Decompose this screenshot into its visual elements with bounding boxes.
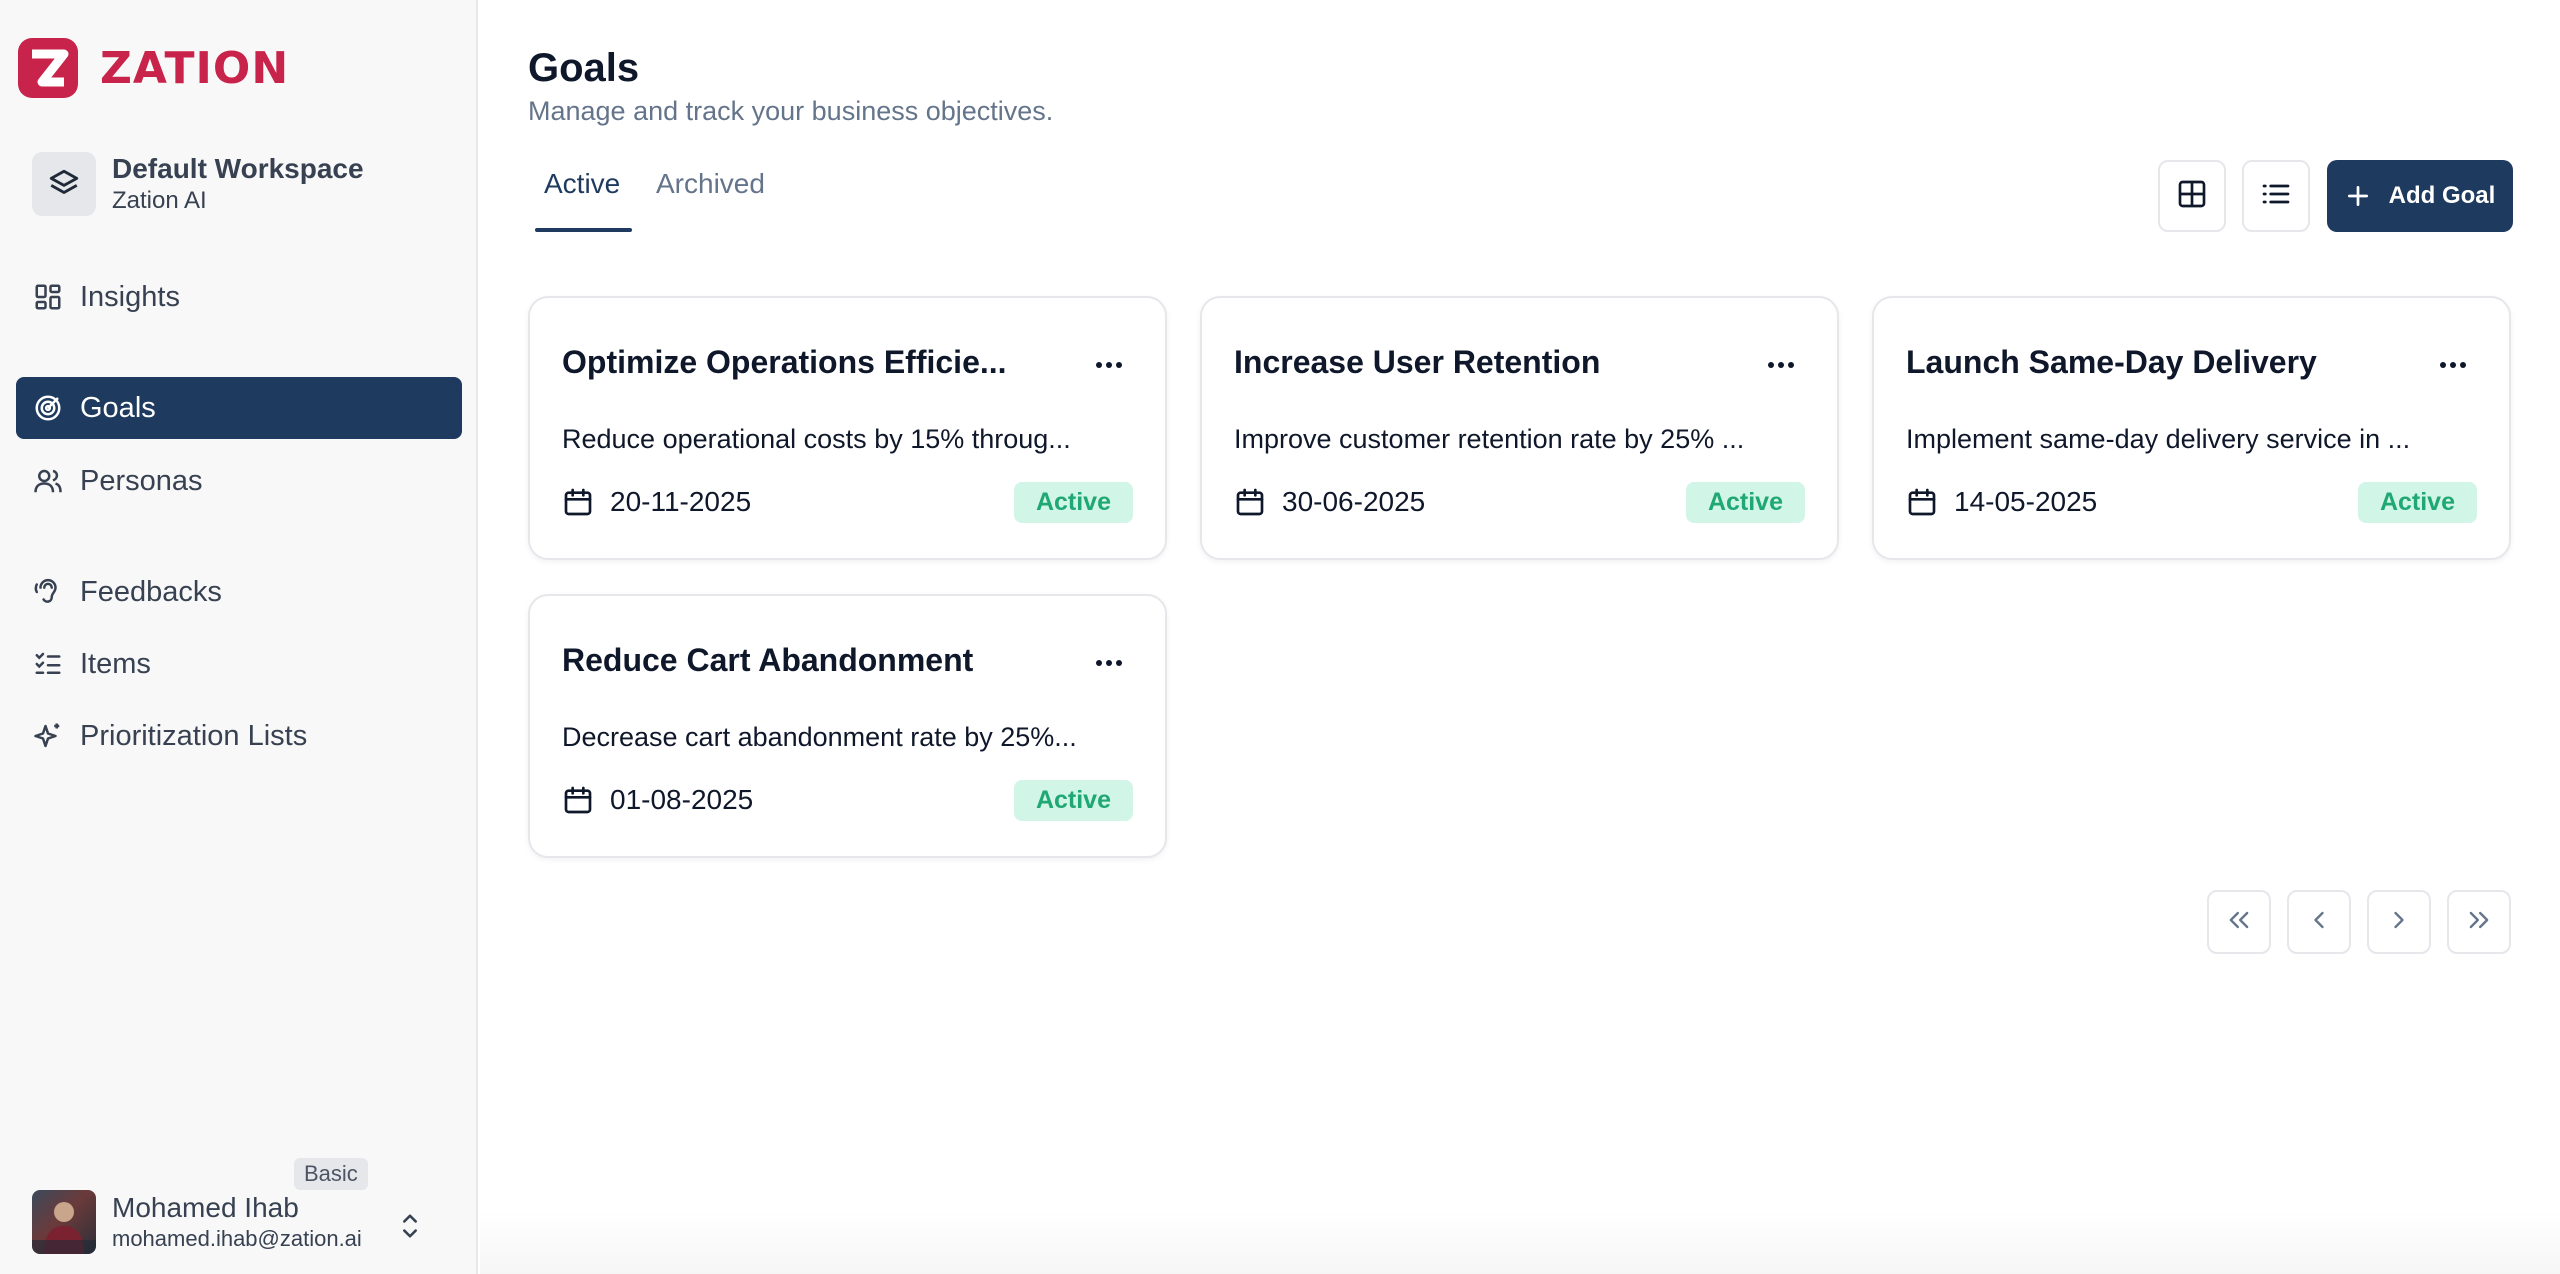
ear-icon bbox=[32, 576, 64, 608]
goal-description: Improve customer retention rate by 25% .… bbox=[1234, 424, 1745, 454]
avatar bbox=[32, 1190, 96, 1254]
goal-title: Launch Same-Day Delivery bbox=[1906, 344, 2317, 380]
goal-title: Optimize Operations Efficie... bbox=[562, 344, 1007, 380]
chevron-left-icon bbox=[2305, 906, 2333, 939]
layers-icon bbox=[32, 152, 96, 216]
chevron-right-icon bbox=[2385, 906, 2413, 939]
goal-description: Reduce operational costs by 15% throug..… bbox=[562, 424, 1071, 454]
goal-card[interactable]: Increase User Retention Improve customer… bbox=[1200, 296, 1839, 560]
users-icon bbox=[32, 465, 64, 497]
sidebar-item-items[interactable]: Items bbox=[16, 633, 462, 695]
app-logo[interactable]: ZATION bbox=[16, 36, 289, 100]
first-page-button[interactable] bbox=[2207, 890, 2271, 954]
calendar-icon bbox=[562, 486, 594, 518]
page-title: Goals bbox=[528, 46, 640, 90]
user-name: Mohamed Ihab bbox=[112, 1192, 299, 1223]
dashboard-icon bbox=[32, 281, 64, 313]
goal-title: Increase User Retention bbox=[1234, 344, 1601, 380]
last-page-button[interactable] bbox=[2447, 890, 2511, 954]
active-tab-indicator bbox=[535, 228, 632, 232]
chevrons-right-icon bbox=[2465, 906, 2493, 939]
sidebar-item-label: Personas bbox=[80, 464, 203, 497]
more-options-icon[interactable] bbox=[1761, 350, 1801, 380]
sidebar-item-feedbacks[interactable]: Feedbacks bbox=[16, 561, 462, 623]
sidebar-item-label: Items bbox=[80, 647, 151, 680]
sidebar-item-label: Insights bbox=[80, 280, 180, 313]
add-goal-button[interactable]: Add Goal bbox=[2327, 160, 2513, 232]
user-menu[interactable]: Mohamed Ihab mohamed.ihab@zation.ai bbox=[32, 1190, 452, 1254]
sidebar: ZATION Default Workspace Zation AI Insig… bbox=[0, 0, 478, 1274]
page-subtitle: Manage and track your business objective… bbox=[528, 96, 1054, 126]
user-email: mohamed.ihab@zation.ai bbox=[112, 1226, 362, 1251]
goal-due-date: 14-05-2025 bbox=[1954, 486, 2098, 517]
calendar-icon bbox=[1906, 486, 1938, 518]
goal-due-date: 01-08-2025 bbox=[610, 784, 754, 815]
list-view-button[interactable] bbox=[2242, 160, 2310, 232]
more-options-icon[interactable] bbox=[2433, 350, 2473, 380]
app-name: ZATION bbox=[100, 42, 290, 94]
grid-view-button[interactable] bbox=[2158, 160, 2226, 232]
workspace-org: Zation AI bbox=[112, 187, 207, 214]
status-badge: Active bbox=[1685, 482, 1805, 523]
more-options-icon[interactable] bbox=[1089, 350, 1129, 380]
list-checks-icon bbox=[32, 648, 64, 680]
sidebar-item-personas[interactable]: Personas bbox=[16, 450, 462, 512]
chevrons-up-down-icon[interactable] bbox=[396, 1210, 424, 1242]
next-page-button[interactable] bbox=[2367, 890, 2431, 954]
goal-card[interactable]: Reduce Cart Abandonment Decrease cart ab… bbox=[528, 594, 1167, 858]
sidebar-item-goals[interactable]: Goals bbox=[16, 377, 462, 439]
sidebar-item-prioritization-lists[interactable]: Prioritization Lists bbox=[16, 705, 462, 767]
grid-icon bbox=[2176, 178, 2208, 215]
status-badge: Active bbox=[1013, 482, 1133, 523]
target-icon bbox=[32, 392, 64, 424]
bottom-shadow bbox=[480, 1210, 2560, 1274]
zation-logo-icon bbox=[18, 38, 78, 98]
tab-active[interactable]: Active bbox=[544, 168, 620, 200]
sidebar-item-label: Feedbacks bbox=[80, 575, 222, 608]
sidebar-item-insights[interactable]: Insights bbox=[16, 266, 462, 328]
workspace-name: Default Workspace bbox=[112, 153, 364, 184]
status-badge: Active bbox=[1013, 780, 1133, 821]
goal-description: Decrease cart abandonment rate by 25%... bbox=[562, 722, 1077, 752]
sidebar-item-label: Goals bbox=[80, 391, 156, 424]
plan-badge: Basic bbox=[294, 1158, 368, 1190]
goal-card[interactable]: Launch Same-Day Delivery Implement same-… bbox=[1872, 296, 2511, 560]
calendar-icon bbox=[1234, 486, 1266, 518]
workspace-switcher[interactable]: Default Workspace Zation AI bbox=[32, 152, 452, 216]
goal-title: Reduce Cart Abandonment bbox=[562, 642, 974, 678]
more-options-icon[interactable] bbox=[1089, 648, 1129, 678]
sparkles-icon bbox=[32, 720, 64, 752]
goal-due-date: 20-11-2025 bbox=[610, 486, 752, 517]
list-icon bbox=[2260, 178, 2292, 215]
goal-due-date: 30-06-2025 bbox=[1282, 486, 1426, 517]
status-badge: Active bbox=[2357, 482, 2477, 523]
chevrons-left-icon bbox=[2225, 906, 2253, 939]
plus-icon bbox=[2345, 183, 2371, 209]
goal-description: Implement same-day delivery service in .… bbox=[1906, 424, 2411, 454]
goal-card[interactable]: Optimize Operations Efficie... Reduce op… bbox=[528, 296, 1167, 560]
tab-archived[interactable]: Archived bbox=[656, 168, 765, 200]
sidebar-item-label: Prioritization Lists bbox=[80, 719, 308, 752]
add-goal-label: Add Goal bbox=[2388, 182, 2496, 209]
calendar-icon bbox=[562, 784, 594, 816]
prev-page-button[interactable] bbox=[2287, 890, 2351, 954]
